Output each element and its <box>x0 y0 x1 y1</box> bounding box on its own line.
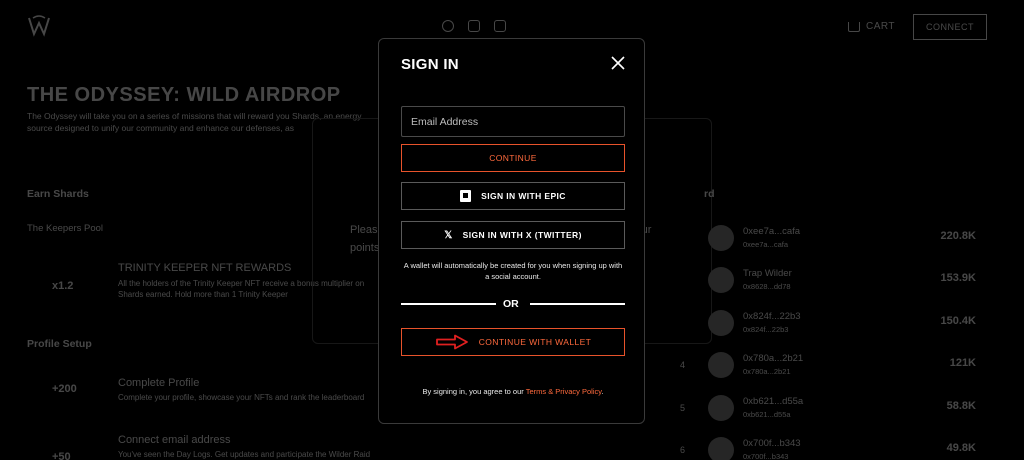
leaderboard-score: 121K <box>949 357 976 369</box>
leaderboard-row[interactable]: 0xee7a...cafa 0xee7a...cafa 220.8K <box>680 221 980 255</box>
leaderboard-name: Trap Wilder <box>743 268 792 279</box>
leaderboard-row[interactable]: Trap Wilder 0x8628...dd78 153.9K <box>680 263 980 297</box>
modal-title: SIGN IN <box>401 56 459 73</box>
terms-suffix: . <box>601 387 604 396</box>
terms-prefix: By signing in, you agree to our <box>422 387 526 396</box>
keeper-multiplier: x1.2 <box>52 280 74 292</box>
or-divider-label: OR <box>503 298 519 310</box>
instagram-icon[interactable] <box>494 20 506 32</box>
leaderboard-name: 0x824f...22b3 <box>743 311 801 322</box>
leaderboard-address: 0xee7a...cafa <box>743 240 789 249</box>
keeper-task-title: TRINITY KEEPER NFT REWARDS <box>118 262 292 274</box>
leaderboard-row[interactable]: 0x824f...22b3 0x824f...22b3 150.4K <box>680 306 980 340</box>
divider-right <box>530 303 625 305</box>
leaderboard-score: 153.9K <box>940 272 976 284</box>
leaderboard-title: rd <box>704 188 715 200</box>
leaderboard-score: 58.8K <box>946 400 976 412</box>
cart-link[interactable]: CART <box>848 21 895 32</box>
continue-button[interactable]: CONTINUE <box>401 144 625 172</box>
leaderboard-name: 0x700f...b343 <box>743 438 801 449</box>
sign-in-epic-label: SIGN IN WITH EPIC <box>481 191 566 201</box>
leaderboard-rank: 5 <box>680 403 686 413</box>
sign-in-modal: SIGN IN CONTINUE SIGN IN WITH EPIC 𝕏 SIG… <box>378 38 645 424</box>
epic-games-icon <box>460 190 472 202</box>
avatar <box>708 437 734 460</box>
avatar <box>708 225 734 251</box>
leaderboard-score: 49.8K <box>946 442 976 454</box>
profile-points: +200 <box>52 383 77 395</box>
globe-icon[interactable] <box>442 20 454 32</box>
leaderboard-name: 0x780a...2b21 <box>743 353 804 364</box>
leaderboard-score: 220.8K <box>940 230 976 242</box>
earn-shards-heading: Earn Shards <box>27 188 89 200</box>
close-icon[interactable] <box>611 56 625 70</box>
leaderboard-rank: 6 <box>680 445 686 455</box>
brand-logo-icon[interactable] <box>27 15 51 37</box>
profile-task-desc: Complete your profile, showcase your NFT… <box>118 393 365 402</box>
terms-notice: By signing in, you agree to our Terms & … <box>401 387 625 396</box>
leaderboard-row[interactable]: 6 0x700f...b343 0x700f...b343 49.8K <box>680 433 980 460</box>
sign-in-x-button[interactable]: 𝕏 SIGN IN WITH X (TWITTER) <box>401 221 625 249</box>
continue-button-label: CONTINUE <box>489 153 537 163</box>
leaderboard-rank: 4 <box>680 360 686 370</box>
leaderboard-score: 150.4K <box>940 315 976 327</box>
profile-task-title[interactable]: Complete Profile <box>118 377 199 389</box>
discord-icon[interactable] <box>468 20 480 32</box>
leaderboard-name: 0xee7a...cafa <box>743 226 801 237</box>
cart-label: CART <box>866 21 896 32</box>
avatar <box>708 267 734 293</box>
connect-button[interactable]: CONNECT <box>913 14 987 40</box>
avatar <box>708 395 734 421</box>
email-points: +50 <box>52 451 71 460</box>
arrow-right-icon <box>435 334 468 350</box>
keepers-pool-heading: The Keepers Pool <box>27 223 104 234</box>
leaderboard-address: 0xb621...d55a <box>743 410 791 419</box>
leaderboard-address: 0x824f...22b3 <box>743 325 789 334</box>
x-twitter-icon: 𝕏 <box>444 229 453 241</box>
email-task-desc: You've seen the Day Logs. Get updates an… <box>118 450 371 459</box>
page-title: THE ODYSSEY: WILD AIRDROP <box>27 84 341 106</box>
continue-with-wallet-button[interactable]: CONTINUE WITH WALLET <box>401 328 625 356</box>
leaderboard-address: 0x780a...2b21 <box>743 367 791 376</box>
sign-in-epic-button[interactable]: SIGN IN WITH EPIC <box>401 182 625 210</box>
cart-icon <box>848 21 860 32</box>
email-task-title[interactable]: Connect email address <box>118 434 231 446</box>
social-wallet-note: A wallet will automatically be created f… <box>403 261 623 281</box>
leaderboard-address: 0x700f...b343 <box>743 452 789 460</box>
leaderboard-row[interactable]: 5 0xb621...d55a 0xb621...d55a 58.8K <box>680 391 980 425</box>
leaderboard-name: 0xb621...d55a <box>743 396 804 407</box>
email-field[interactable] <box>401 106 625 137</box>
divider-left <box>401 303 496 305</box>
leaderboard-address: 0x8628...dd78 <box>743 282 791 291</box>
terms-privacy-link[interactable]: Terms & Privacy Policy <box>526 387 602 396</box>
avatar <box>708 310 734 336</box>
avatar <box>708 352 734 378</box>
social-links <box>442 20 506 32</box>
sign-in-x-label: SIGN IN WITH X (TWITTER) <box>462 230 582 240</box>
continue-with-wallet-label: CONTINUE WITH WALLET <box>478 337 592 347</box>
leaderboard-row[interactable]: 4 0x780a...2b21 0x780a...2b21 121K <box>680 348 980 382</box>
profile-setup-heading: Profile Setup <box>27 338 92 350</box>
